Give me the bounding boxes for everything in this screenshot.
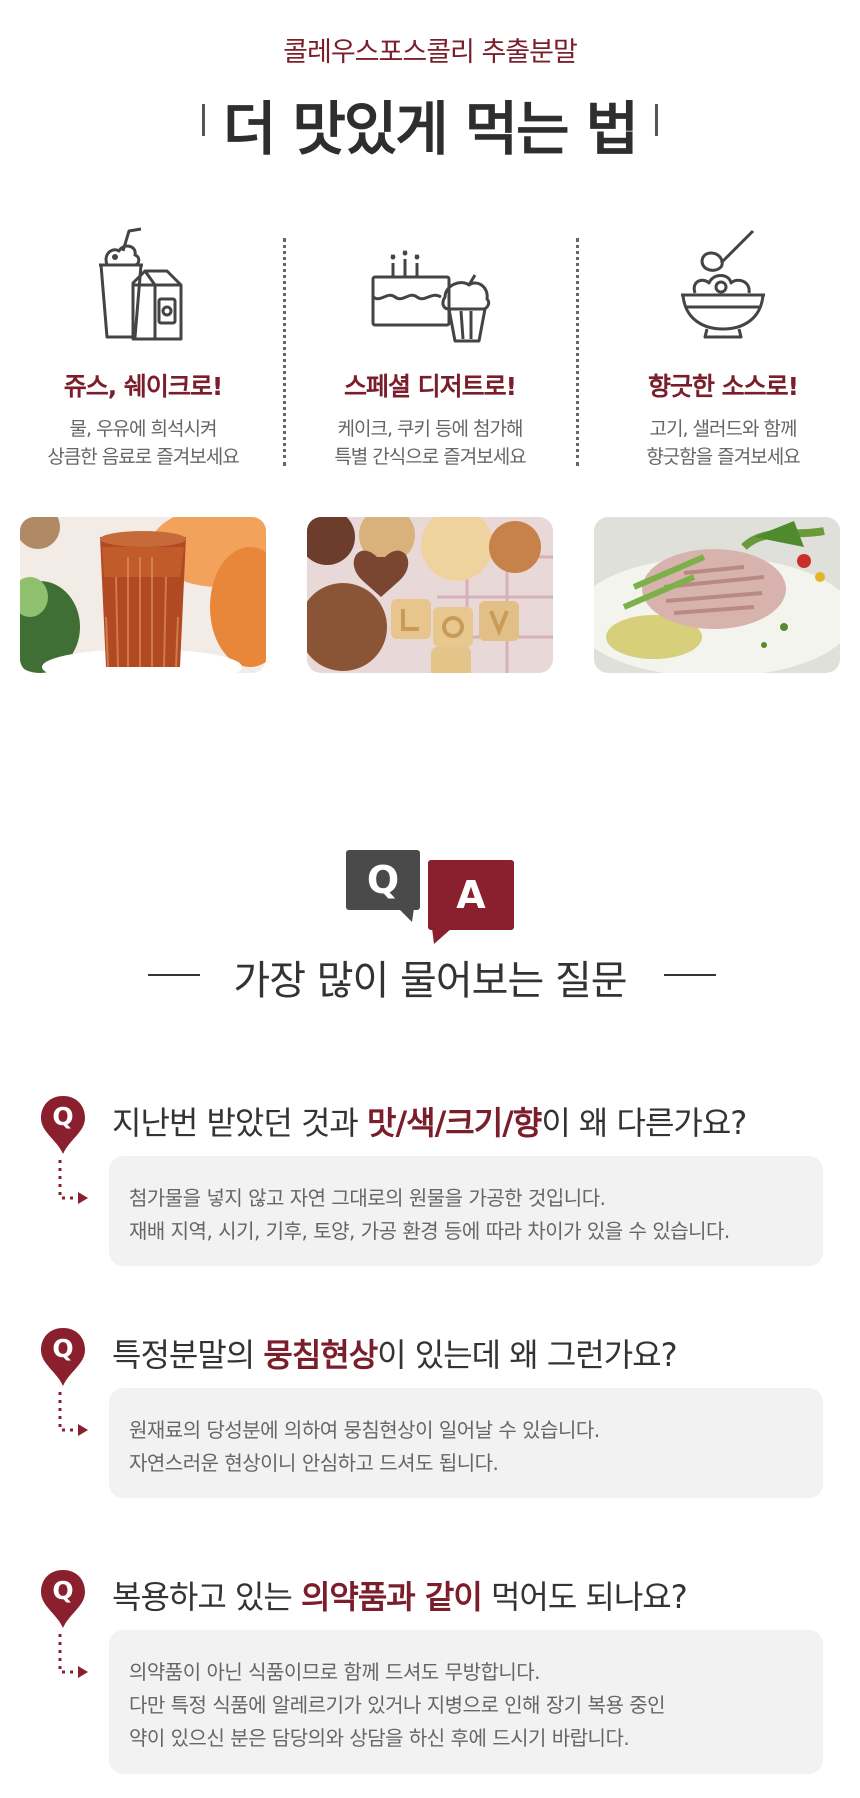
salad-photo (594, 517, 840, 673)
question-text: 이 있는데 왜 그런가요? (377, 1336, 677, 1374)
page-title: 더 맛있게 먹는 법 (222, 95, 639, 163)
q-speech-badge: Q (346, 850, 420, 910)
usage-desc-line: 물, 우유에 희석시켜 (69, 418, 218, 440)
dotted-arrow-icon (58, 1160, 88, 1204)
usage-sauce: 향긋한 소스로! 고기, 샐러드와 함께 향긋함을 즐겨보세요 (580, 220, 860, 471)
usage-desc-line: 특별 간식으로 즐겨보세요 (334, 446, 526, 468)
usage-dessert: 스페셜 디저트로! 케이크, 쿠키 등에 첨가해 특별 간식으로 즐겨보세요 (287, 220, 573, 471)
cookies-photo (307, 517, 553, 673)
question-text: 복용하고 있는 (112, 1578, 301, 1616)
answer-line: 자연스러운 현상이니 안심하고 드셔도 됩니다. (129, 1451, 499, 1475)
a-badge-letter: A (456, 873, 486, 917)
juice-photo (20, 517, 266, 673)
usage-title: 스페셜 디저트로! (343, 372, 517, 401)
usage-description: 물, 우유에 희석시켜 상큼한 음료로 즐겨보세요 (0, 415, 286, 471)
salad-bowl-icon (580, 220, 860, 345)
cake-cupcake-icon (287, 220, 573, 345)
usage-description: 고기, 샐러드와 함께 향긋함을 즐겨보세요 (580, 415, 860, 471)
question-text: 지난번 받았던 것과 (112, 1104, 368, 1142)
column-divider (576, 238, 579, 466)
faq-answer: 의약품이 아닌 식품이므로 함께 드셔도 무방합니다. 다만 특정 식품에 알레… (109, 1630, 823, 1774)
usage-desc-line: 향긋함을 즐겨보세요 (646, 446, 800, 468)
faq-answer: 원재료의 당성분에 의하여 뭉침현상이 일어날 수 있습니다. 자연스러운 현상… (109, 1388, 823, 1498)
answer-line: 재배 지역, 시기, 기후, 토양, 가공 환경 등에 따라 차이가 있을 수 … (129, 1219, 730, 1243)
question-badge-letter: Q (52, 1102, 74, 1131)
a-speech-tail (432, 928, 452, 944)
question-text: 이 왜 다른가요? (541, 1104, 747, 1142)
faq-title: 가장 많이 물어보는 질문 (233, 958, 627, 1004)
dotted-arrow-icon (58, 1634, 88, 1678)
q-speech-tail (398, 908, 414, 922)
usage-title: 쥬스, 쉐이크로! (63, 372, 224, 401)
answer-line: 의약품이 아닌 식품이므로 함께 드셔도 무방합니다. (129, 1660, 541, 1684)
column-divider (283, 238, 286, 466)
question-highlight: 뭉침현상 (263, 1336, 378, 1374)
answer-line: 약이 있으신 분은 담당의와 상담을 하신 후에 드시기 바랍니다. (129, 1726, 630, 1750)
a-speech-badge: A (428, 860, 514, 930)
dotted-arrow-icon (58, 1392, 88, 1436)
product-subtitle: 콜레우스포스콜리 추출분말 (283, 37, 578, 68)
q-badge-letter: Q (366, 858, 400, 902)
question-text: 특정분말의 (112, 1336, 264, 1374)
faq-question: 복용하고 있는 의약품과 같이 먹어도 되나요? (112, 1572, 688, 1618)
faq-question: 지난번 받았던 것과 맛/색/크기/향이 왜 다른가요? (112, 1098, 747, 1144)
answer-line: 다만 특정 식품에 알레르기가 있거나 지병으로 인해 장기 복용 중인 (129, 1693, 666, 1717)
answer-line: 첨가물을 넣지 않고 자연 그대로의 원물을 가공한 것입니다. (129, 1186, 606, 1210)
usage-description: 케이크, 쿠키 등에 첨가해 특별 간식으로 즐겨보세요 (287, 415, 573, 471)
question-text: 먹어도 되나요? (481, 1578, 688, 1616)
juice-milk-icon (0, 220, 286, 345)
faq-question: 특정분말의 뭉침현상이 있는데 왜 그런가요? (112, 1330, 678, 1376)
usage-desc-line: 케이크, 쿠키 등에 첨가해 (337, 418, 524, 440)
question-highlight: 맛/색/크기/향 (367, 1104, 542, 1142)
usage-juice: 쥬스, 쉐이크로! 물, 우유에 희석시켜 상큼한 음료로 즐겨보세요 (0, 220, 286, 471)
question-highlight: 의약품과 같이 (300, 1578, 483, 1616)
title-right-bar (655, 104, 658, 136)
answer-line: 원재료의 당성분에 의하여 뭉침현상이 일어날 수 있습니다. (129, 1418, 600, 1442)
usage-desc-line: 상큼한 음료로 즐겨보세요 (47, 446, 239, 468)
faq-title-right-line (664, 974, 716, 976)
usage-desc-line: 고기, 샐러드와 함께 (649, 418, 798, 440)
usage-title: 향긋한 소스로! (647, 372, 799, 401)
question-badge-letter: Q (52, 1576, 74, 1605)
faq-answer: 첨가물을 넣지 않고 자연 그대로의 원물을 가공한 것입니다. 재배 지역, … (109, 1156, 823, 1266)
question-badge-letter: Q (52, 1334, 74, 1363)
